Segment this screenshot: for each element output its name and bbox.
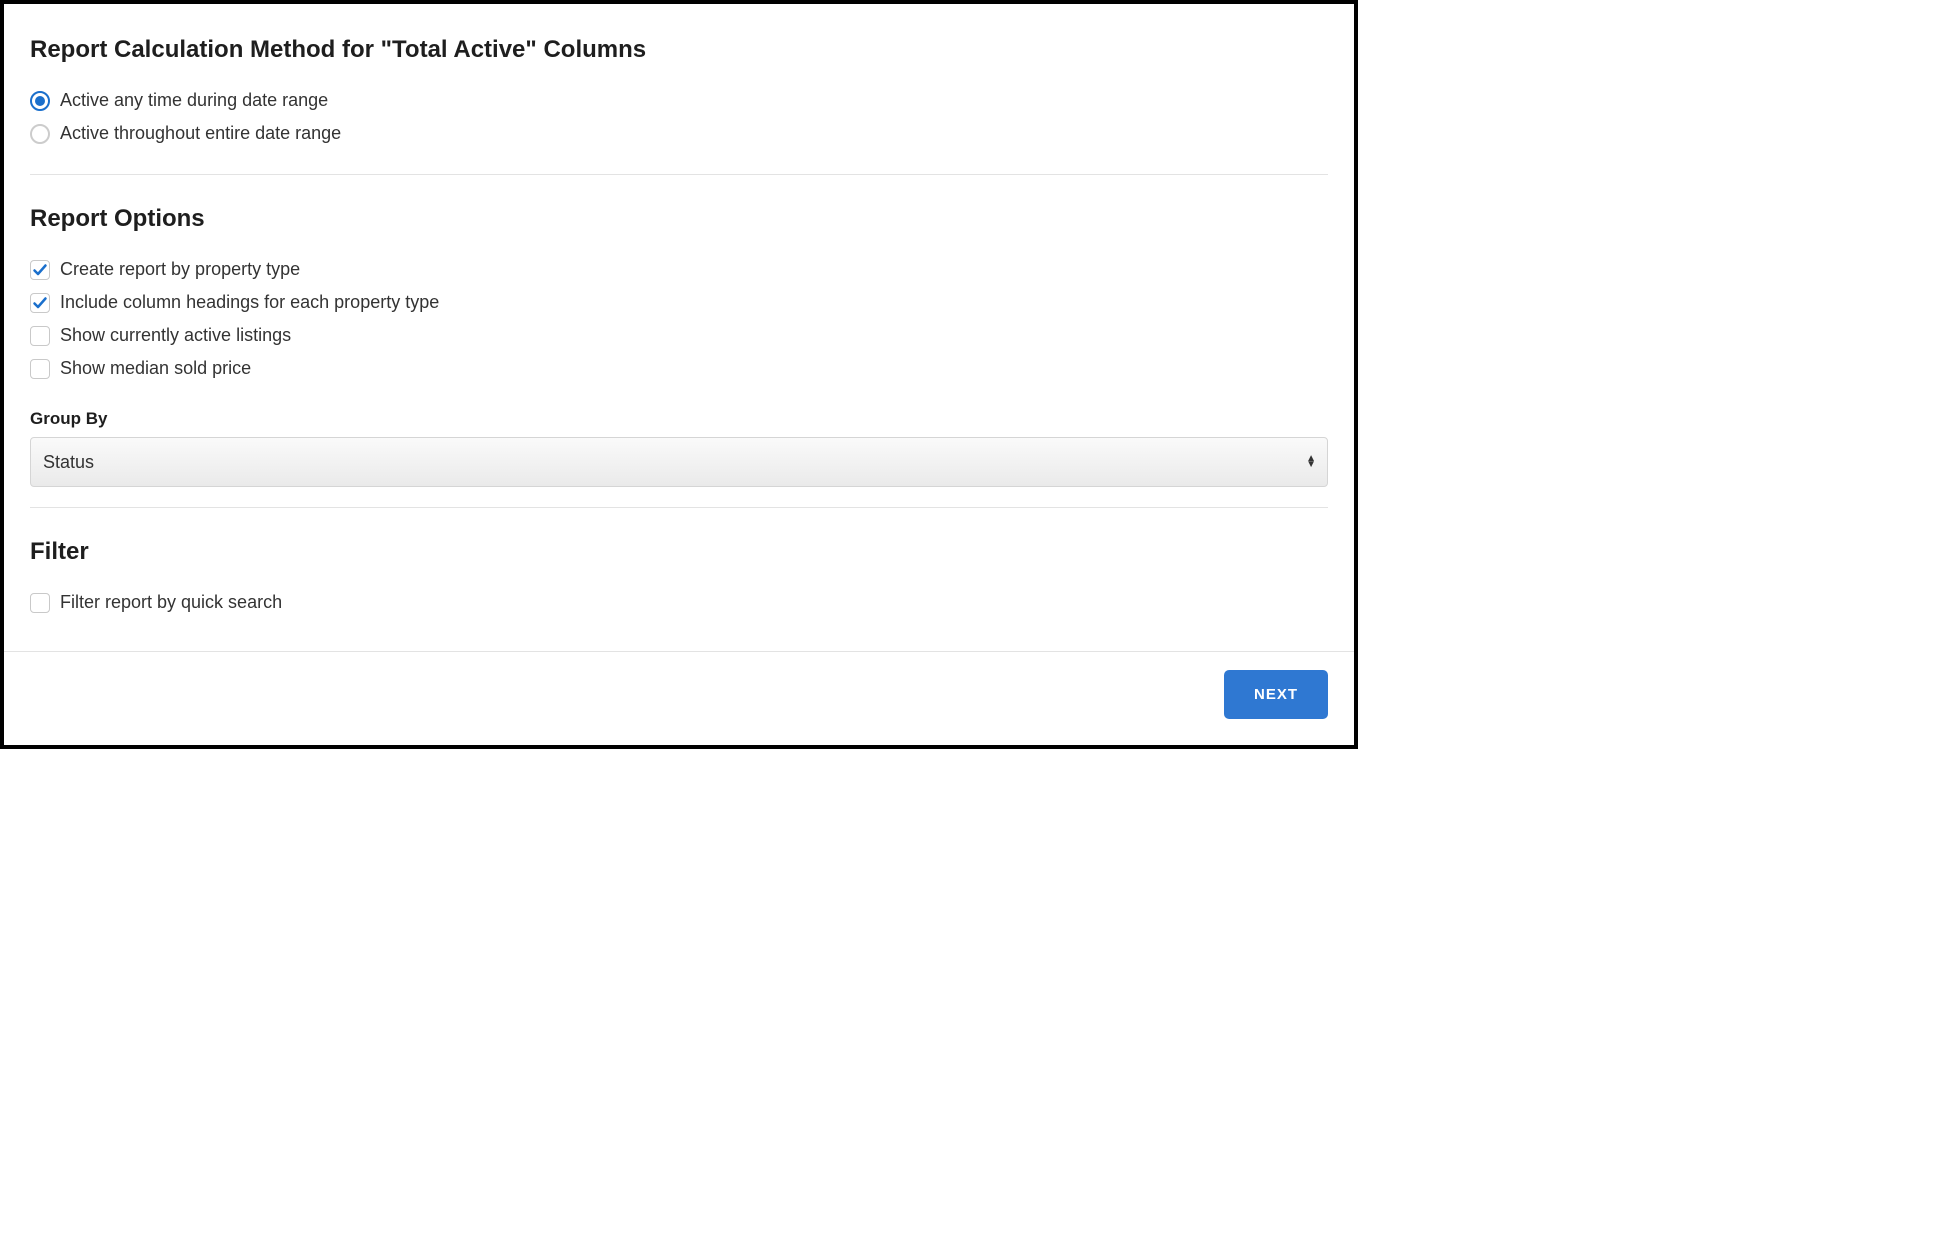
radio-row-throughout[interactable]: Active throughout entire date range (30, 117, 1328, 150)
modal-content: Report Calculation Method for "Total Act… (4, 4, 1354, 651)
checkbox-group-report-options: Create report by property type Include c… (30, 253, 1328, 385)
radio-row-any-time[interactable]: Active any time during date range (30, 84, 1328, 117)
next-button[interactable]: NEXT (1224, 670, 1328, 719)
checkbox-label-quick-search[interactable]: Filter report by quick search (60, 592, 282, 613)
checkbox-label-show-active[interactable]: Show currently active listings (60, 325, 291, 346)
section-heading-report-options: Report Options (30, 205, 1328, 233)
section-heading-filter: Filter (30, 538, 1328, 566)
checkbox-label-include-headings[interactable]: Include column headings for each propert… (60, 292, 439, 313)
checkbox-row-by-property-type[interactable]: Create report by property type (30, 253, 1328, 286)
modal-panel: Report Calculation Method for "Total Act… (0, 0, 1358, 749)
radio-group-calc-method: Active any time during date range Active… (30, 84, 1328, 150)
check-icon (32, 295, 48, 311)
checkbox-show-median[interactable] (30, 359, 50, 379)
check-icon (32, 262, 48, 278)
group-by-select[interactable]: Status (30, 437, 1328, 487)
group-by-label: Group By (30, 409, 1328, 429)
checkbox-row-show-median[interactable]: Show median sold price (30, 352, 1328, 385)
section-heading-calc-method: Report Calculation Method for "Total Act… (30, 36, 1328, 64)
checkbox-include-headings[interactable] (30, 293, 50, 313)
radio-dot-icon (35, 96, 45, 106)
divider (30, 174, 1328, 175)
radio-throughout[interactable] (30, 124, 50, 144)
checkbox-row-include-headings[interactable]: Include column headings for each propert… (30, 286, 1328, 319)
checkbox-row-quick-search[interactable]: Filter report by quick search (30, 586, 1328, 619)
group-by-value: Status (43, 452, 94, 473)
footer-bar: NEXT (4, 651, 1354, 745)
checkbox-show-active[interactable] (30, 326, 50, 346)
checkbox-quick-search[interactable] (30, 593, 50, 613)
radio-any-time[interactable] (30, 91, 50, 111)
checkbox-label-by-property-type[interactable]: Create report by property type (60, 259, 300, 280)
group-by-select-wrap: Status ▲ ▼ (30, 437, 1328, 487)
checkbox-group-filter: Filter report by quick search (30, 586, 1328, 619)
checkbox-label-show-median[interactable]: Show median sold price (60, 358, 251, 379)
checkbox-row-show-active[interactable]: Show currently active listings (30, 319, 1328, 352)
radio-label-throughout[interactable]: Active throughout entire date range (60, 123, 341, 144)
divider (30, 507, 1328, 508)
radio-label-any-time[interactable]: Active any time during date range (60, 90, 328, 111)
checkbox-by-property-type[interactable] (30, 260, 50, 280)
